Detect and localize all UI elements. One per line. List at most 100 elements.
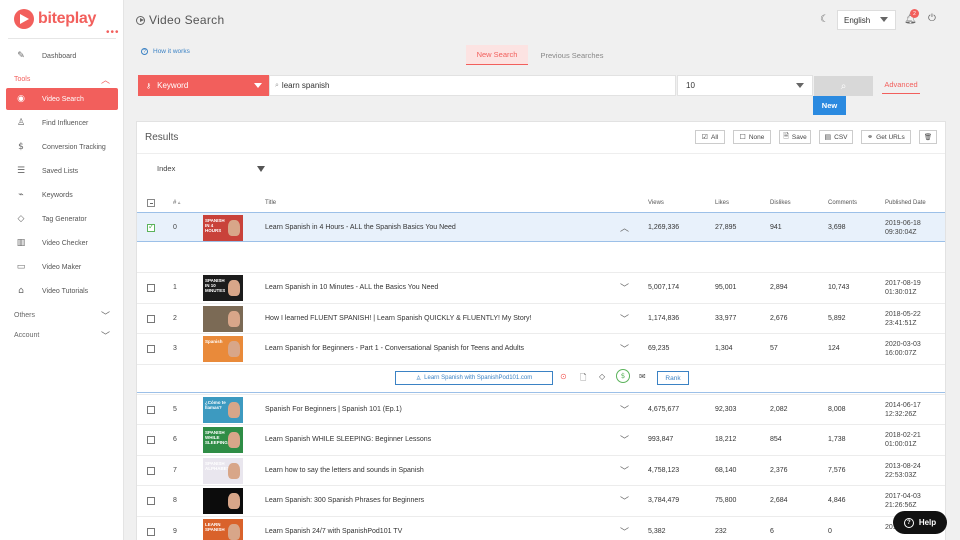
rank-button[interactable]: Rank — [657, 371, 689, 385]
video-title[interactable]: Learn Spanish in 4 Hours - ALL the Spani… — [265, 224, 456, 231]
help-button[interactable]: ? Help — [893, 511, 947, 534]
column-header-comments[interactable]: Comments — [828, 200, 857, 206]
csv-button[interactable]: ▤ CSV — [819, 130, 853, 144]
table-row[interactable]: 8 Learn Spanish: 300 Spanish Phrases for … — [137, 485, 945, 515]
table-row[interactable]: 2 How I learned FLUENT SPANISH! | Learn S… — [137, 303, 945, 333]
sidebar-group-tools[interactable]: Tools ︿ — [14, 73, 110, 86]
video-title[interactable]: How I learned FLUENT SPANISH! | Learn Sp… — [265, 315, 532, 322]
chevron-down-icon[interactable]: ﹀ — [620, 403, 629, 416]
select-all-button[interactable]: ☑ All — [695, 130, 725, 144]
sidebar-item-video-checker[interactable]: ▥ Video Checker — [6, 232, 118, 254]
table-row[interactable]: 6 SPANISH WHILE SLEEPING Learn Spanish WHI… — [137, 424, 945, 454]
tab-new-search[interactable]: New Search — [466, 45, 528, 65]
search-input[interactable]: ⌕ learn spanish — [269, 75, 676, 96]
row-checkbox[interactable] — [147, 436, 155, 444]
language-select[interactable]: English — [837, 10, 896, 30]
row-checkbox[interactable] — [147, 528, 155, 536]
dark-mode-icon[interactable]: ☾ — [820, 14, 829, 25]
select-none-button[interactable]: ☐ None — [733, 130, 771, 144]
column-header-index[interactable]: # ▵ — [173, 200, 180, 206]
mail-icon[interactable]: ✉ — [639, 372, 646, 381]
sort-select[interactable]: Index — [157, 164, 175, 173]
sidebar-item-video-search[interactable]: ◉ Video Search — [6, 88, 118, 110]
sidebar-group-account[interactable]: Account ﹀ — [14, 329, 110, 342]
row-checkbox[interactable] — [147, 467, 155, 475]
video-thumbnail[interactable]: SPANISH WHILE SLEEPING — [203, 427, 243, 453]
select-all-checkbox[interactable] — [147, 199, 155, 207]
table-row[interactable]: 5 ¿Cómo te llamas? Spanish For Beginners |… — [137, 394, 945, 424]
column-header-dislikes[interactable]: Dislikes — [770, 200, 791, 206]
delete-button[interactable]: 🗑︎ — [919, 130, 937, 144]
channel-button[interactable]: ♙ Learn Spanish with SpanishPod101.com — [395, 371, 553, 385]
video-thumbnail[interactable] — [203, 306, 243, 332]
column-header-views[interactable]: Views — [648, 200, 664, 206]
video-title[interactable]: Spanish For Beginners | Spanish 101 (Ep.… — [265, 406, 402, 413]
brand-logo[interactable]: biteplay — [14, 9, 96, 29]
dollar-icon[interactable]: $ — [616, 369, 630, 383]
table-row[interactable]: 1 SPANISH IN 10 MINUTES Learn Spanish in 1… — [137, 272, 945, 302]
search-type-select[interactable]: ⚷ Keyword — [138, 75, 269, 96]
tag-icon[interactable]: ◇ — [599, 372, 605, 381]
chevron-down-icon[interactable]: ﹀ — [620, 494, 629, 507]
chevron-down-icon[interactable]: ﹀ — [620, 433, 629, 446]
chevron-down-icon[interactable]: ﹀ — [620, 312, 629, 325]
advanced-link[interactable]: Advanced — [882, 80, 920, 94]
logout-icon[interactable]: ⏻ — [928, 13, 936, 24]
sidebar-item-video-tutorials[interactable]: ⌂ Video Tutorials — [6, 280, 118, 302]
row-checkbox[interactable] — [147, 222, 155, 232]
chevron-down-icon[interactable]: ﹀ — [620, 342, 629, 355]
video-thumbnail[interactable]: SPANISH IN 4 HOURS — [203, 215, 243, 241]
row-checkbox[interactable] — [147, 284, 155, 292]
video-thumbnail[interactable]: Spanish — [203, 336, 243, 362]
result-count-select[interactable]: 10 — [677, 75, 813, 96]
chevron-down-icon[interactable]: ﹀ — [620, 281, 629, 294]
column-header-title[interactable]: Title — [265, 200, 276, 206]
row-checkbox[interactable] — [147, 406, 155, 414]
row-checkbox[interactable] — [147, 315, 155, 323]
row-checkbox[interactable] — [147, 497, 155, 505]
table-row[interactable]: 0 SPANISH IN 4 HOURS Learn Spanish in 4 Ho… — [137, 212, 945, 242]
video-thumbnail[interactable]: LEARN SPANISH — [203, 519, 243, 540]
save-button[interactable]: 🗎︎ Save — [779, 130, 811, 144]
chevron-down-icon[interactable]: ﹀ — [620, 525, 629, 538]
table-row[interactable]: 3 Spanish Learn Spanish for Beginners - Pa… — [137, 333, 945, 363]
video-title[interactable]: Learn how to say the letters and sounds … — [265, 467, 424, 474]
chevron-down-icon[interactable] — [257, 166, 265, 172]
sidebar-item-conversion-tracking[interactable]: $ Conversion Tracking — [6, 136, 118, 158]
document-icon[interactable]: 🗋︎ — [580, 372, 586, 386]
video-title[interactable]: Learn Spanish: 300 Spanish Phrases for B… — [265, 497, 424, 504]
tab-previous-searches[interactable]: Previous Searches — [530, 45, 614, 65]
column-header-likes[interactable]: Likes — [715, 200, 729, 206]
get-urls-button[interactable]: ⚭ Get URLs — [861, 130, 911, 144]
sidebar-item-saved-lists[interactable]: ☰ Saved Lists — [6, 160, 118, 182]
video-thumbnail[interactable]: ¿Cómo te llamas? — [203, 397, 243, 423]
sidebar-item-find-influencer[interactable]: ♙ Find Influencer — [6, 112, 118, 134]
chevron-up-icon[interactable]: ︿ — [620, 221, 629, 234]
more-dots-icon[interactable]: ••• — [106, 27, 120, 38]
video-title[interactable]: Learn Spanish WHILE SLEEPING: Beginner L… — [265, 436, 431, 443]
comments-value: 8,008 — [828, 406, 846, 413]
sidebar-group-others[interactable]: Others ﹀ — [14, 309, 110, 322]
row-checkbox[interactable] — [147, 345, 155, 353]
column-header-published[interactable]: Published Date — [885, 200, 926, 206]
video-thumbnail[interactable] — [203, 488, 243, 514]
video-title[interactable]: Learn Spanish for Beginners - Part 1 - C… — [265, 345, 524, 352]
video-title[interactable]: Learn Spanish in 10 Minutes - ALL the Ba… — [265, 284, 438, 291]
search-query-value: learn spanish — [281, 81, 330, 90]
table-row[interactable]: 9 LEARN SPANISH Learn Spanish 24/7 with Sp… — [137, 516, 945, 540]
chevron-down-icon[interactable]: ﹀ — [620, 464, 629, 477]
search-button[interactable]: ⌕ — [814, 76, 873, 96]
how-it-works-link[interactable]: ? How it works — [141, 48, 190, 55]
video-title[interactable]: Learn Spanish 24/7 with SpanishPod101 TV — [265, 528, 402, 535]
youtube-play-icon[interactable]: ⊙ — [560, 372, 567, 381]
video-thumbnail[interactable]: SPANISH IN 10 MINUTES — [203, 275, 243, 301]
published-time: 22:53:03Z — [885, 472, 917, 479]
sidebar-item-tag-generator[interactable]: ◇ Tag Generator — [6, 208, 118, 230]
new-search-button[interactable]: New — [813, 96, 846, 115]
video-thumbnail[interactable]: SPANISH ALPHABET — [203, 458, 243, 484]
sidebar-item-dashboard[interactable]: ✎ Dashboard — [6, 45, 118, 67]
sidebar-item-video-maker[interactable]: ▭ Video Maker — [6, 256, 118, 278]
table-row[interactable]: 7 SPANISH ALPHABET Learn how to say the le… — [137, 455, 945, 485]
sidebar-item-keywords[interactable]: ⌁ Keywords — [6, 184, 118, 206]
sidebar-item-label: Dashboard — [42, 52, 77, 60]
